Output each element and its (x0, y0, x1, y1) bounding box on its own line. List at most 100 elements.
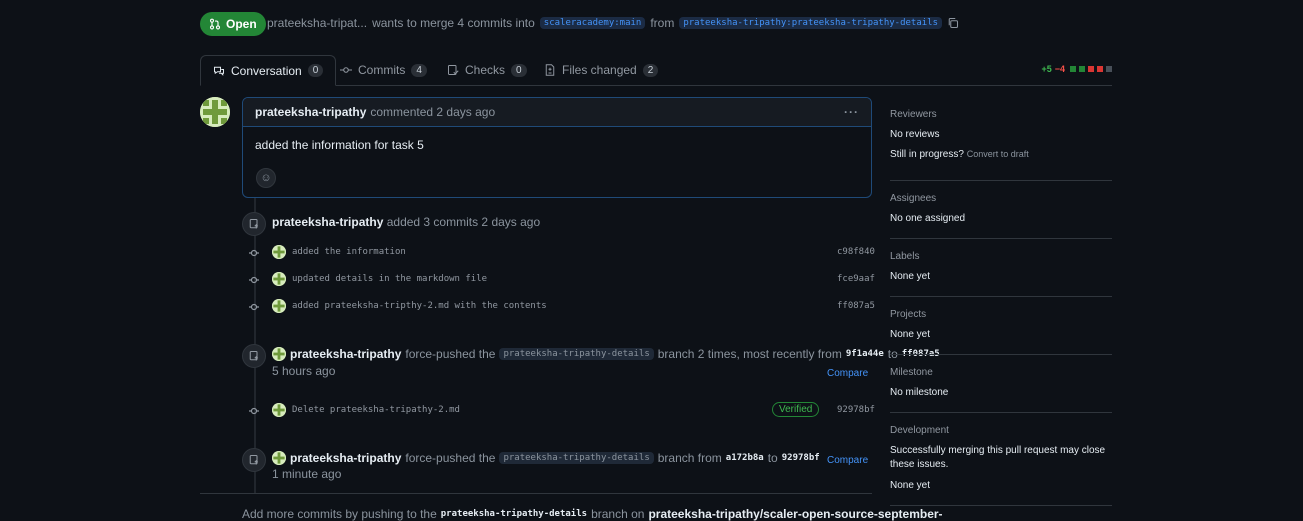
avatar[interactable] (272, 299, 286, 313)
footer-middle: branch on (591, 507, 645, 521)
sidebar-heading[interactable]: Development (890, 425, 1112, 436)
event-author[interactable]: prateeksha-tripathy (290, 451, 401, 465)
footer-note: Add more commits by pushing to the prate… (242, 507, 943, 521)
commit-sha[interactable]: fce9aaf (837, 274, 875, 284)
comment-meta[interactable]: commented 2 days ago (370, 105, 495, 119)
checklist-icon (448, 65, 459, 75)
diffstat-additions: +5 (1041, 64, 1052, 74)
labels-value: None yet (890, 271, 931, 282)
commit-sha[interactable]: ff087a5 (837, 301, 875, 311)
pr-description-comment: prateeksha-tripathy commented 2 days ago… (242, 97, 872, 198)
event-action: force-pushed the (405, 451, 496, 465)
merge-text: wants to merge 4 commits into (372, 16, 535, 30)
footer-repo[interactable]: prateeksha-tripathy/scaler-open-source-s… (648, 507, 942, 521)
commit-group-author[interactable]: prateeksha-tripathy (272, 215, 383, 229)
event-author[interactable]: prateeksha-tripathy (290, 347, 401, 361)
event-time[interactable]: 5 hours ago (272, 364, 335, 378)
sidebar-heading[interactable]: Projects (890, 309, 1112, 320)
git-commit-icon (249, 247, 259, 261)
copy-icon[interactable] (947, 17, 959, 29)
git-pull-request-icon (209, 18, 221, 30)
tab-commits[interactable]: Commits 4 (328, 55, 439, 85)
base-branch[interactable]: scaleracademy:main (539, 17, 646, 29)
diffstat-block (1106, 66, 1112, 72)
pr-tabs: Conversation 0 Commits 4 Checks 0 Files … (200, 55, 1112, 86)
tab-files-changed[interactable]: Files changed 2 (532, 55, 670, 85)
tab-counter: 0 (307, 64, 324, 77)
tab-counter: 4 (411, 63, 427, 77)
diffstat: +5 −4 (1041, 64, 1112, 74)
commit-sha[interactable]: c98f840 (837, 247, 875, 257)
commit-message[interactable]: updated details in the markdown file (292, 274, 487, 284)
repo-push-icon (242, 448, 266, 472)
footer-prefix: Add more commits by pushing to the (242, 507, 437, 521)
compare-link[interactable]: Compare (827, 368, 868, 379)
draft-prompt: Still in progress? Convert to draft (890, 147, 1112, 162)
repo-push-icon (242, 212, 266, 236)
milestone-value: No milestone (890, 387, 949, 398)
sidebar-projects: Projects None yet (890, 309, 1112, 355)
commit-message[interactable]: Delete prateeksha-tripathy-2.md (292, 405, 460, 415)
development-value: None yet (890, 480, 931, 491)
convert-to-draft-link[interactable]: Convert to draft (967, 149, 1029, 159)
sidebar-heading[interactable]: Assignees (890, 193, 1112, 204)
comment-header: prateeksha-tripathy commented 2 days ago… (243, 98, 871, 127)
avatar[interactable] (272, 272, 286, 286)
commit-group-header: prateeksha-tripathy added 3 commits 2 da… (272, 215, 540, 229)
repo-push-icon (242, 344, 266, 368)
timeline-divider (200, 493, 872, 494)
pr-state-badge: Open (200, 12, 266, 36)
pr-author-link[interactable]: prateeksha-tripat... (267, 16, 367, 30)
sidebar-heading[interactable]: Reviewers (890, 109, 1112, 120)
sidebar-assignees: Assignees No one assigned (890, 193, 1112, 239)
event-time[interactable]: 1 minute ago (272, 467, 341, 481)
reviewers-value: No reviews (890, 129, 940, 140)
tab-conversation[interactable]: Conversation 0 (200, 55, 337, 86)
tab-label: Conversation (231, 63, 302, 78)
event-branch[interactable]: prateeksha-tripathy-details (499, 452, 654, 464)
sidebar-heading[interactable]: Milestone (890, 367, 1112, 378)
comment-author[interactable]: prateeksha-tripathy (255, 105, 366, 119)
from-sha[interactable]: a172b8a (726, 453, 764, 463)
from-sha[interactable]: 9f1a44e (846, 349, 884, 359)
commit-message[interactable]: added prateeksha-tripthy-2.md with the c… (292, 301, 547, 311)
compare-link[interactable]: Compare (827, 455, 868, 466)
sidebar-milestone: Milestone No milestone (890, 367, 1112, 413)
git-commit-icon (340, 67, 352, 73)
avatar[interactable] (272, 403, 286, 417)
avatar[interactable] (272, 347, 286, 361)
commit-message[interactable]: added the information (292, 247, 406, 257)
identicon-avatar (200, 97, 230, 127)
assignees-value: No one assigned (890, 213, 966, 224)
verified-badge[interactable]: Verified (772, 402, 820, 417)
avatar[interactable] (272, 245, 286, 259)
sidebar-heading[interactable]: Labels (890, 251, 1112, 262)
commit-sha[interactable]: 92978bf (837, 405, 875, 415)
diffstat-deletions: −4 (1054, 64, 1065, 74)
diffstat-block (1070, 66, 1076, 72)
tab-label: Files changed (562, 63, 637, 77)
sidebar-reviewers: Reviewers No reviews Still in progress? … (890, 109, 1112, 181)
comment-body: added the information for task 5 (255, 138, 424, 152)
smiley-icon[interactable]: ☺ (256, 168, 276, 188)
comment-discussion-icon (214, 66, 224, 76)
development-note: Successfully merging this pull request m… (890, 445, 1106, 470)
to-sha[interactable]: 92978bf (782, 453, 820, 463)
sidebar-development: Development Successfully merging this pu… (890, 425, 1112, 506)
avatar[interactable] (200, 97, 230, 127)
tab-label: Checks (465, 63, 506, 77)
diffstat-block (1097, 66, 1103, 72)
event-middle: branch 2 times, most recently from (657, 347, 842, 361)
force-push-event: prateeksha-tripathy force-pushed the pra… (272, 451, 820, 465)
head-branch[interactable]: prateeksha-tripathy:prateeksha-tripathy-… (679, 17, 943, 29)
footer-branch[interactable]: prateeksha-tripathy-details (441, 509, 587, 519)
event-branch[interactable]: prateeksha-tripathy-details (499, 348, 654, 360)
from-text: from (650, 16, 675, 30)
tab-checks[interactable]: Checks 0 (435, 55, 539, 85)
diffstat-block (1079, 66, 1085, 72)
to-text: to (767, 451, 778, 465)
git-commit-icon (249, 274, 259, 288)
avatar[interactable] (272, 451, 286, 465)
diffstat-block (1088, 66, 1094, 72)
kebab-menu-icon[interactable]: ··· (844, 105, 859, 119)
